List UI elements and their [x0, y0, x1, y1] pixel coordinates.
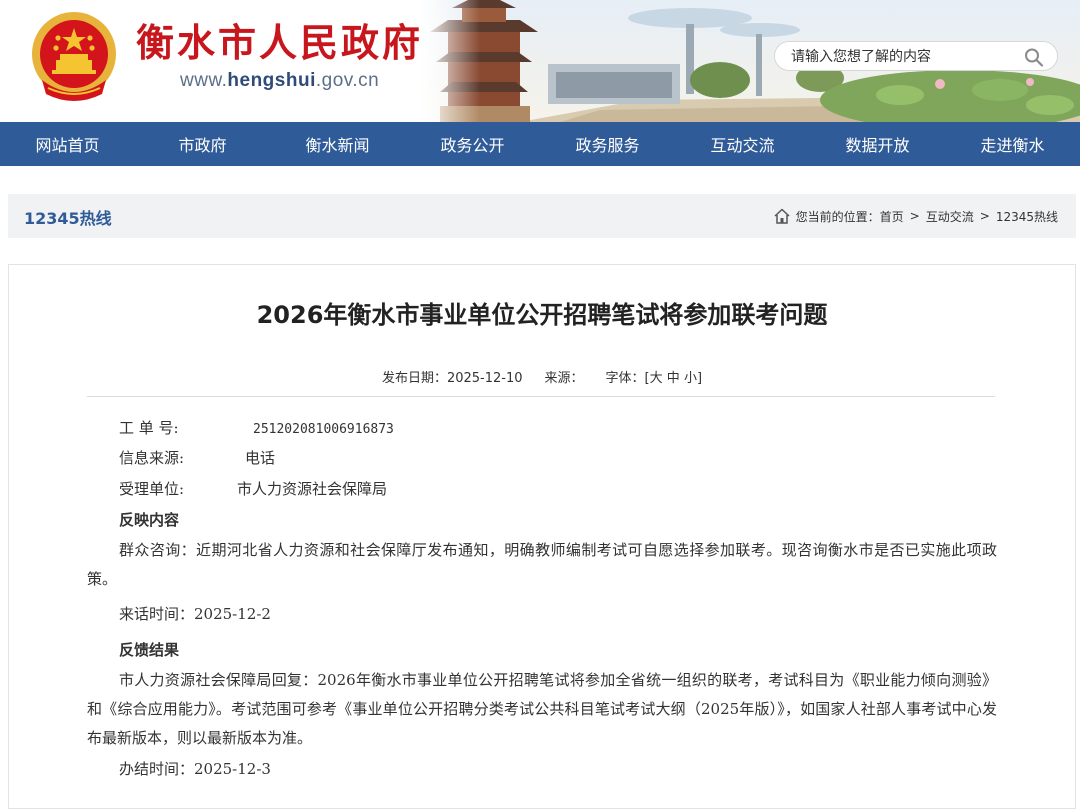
- ticket-number: 251202081006916873: [253, 422, 394, 437]
- feedback-content: 市人力资源社会保障局回复：2026年衡水市事业单位公开招聘笔试将参加全省统一组织…: [87, 671, 997, 747]
- ticket-label: 工 单 号:: [119, 419, 179, 437]
- section-title: 12345热线: [24, 209, 112, 228]
- home-icon: [774, 208, 790, 224]
- font-size-bracket: ]: [696, 371, 703, 386]
- breadcrumb-prefix: 您当前的位置：: [795, 209, 880, 224]
- nav-item-interaction[interactable]: 互动交流: [675, 122, 810, 166]
- breadcrumb-separator: >: [979, 209, 990, 223]
- feedback-heading: 反馈结果: [119, 641, 180, 659]
- reflect-content: 群众咨询：近期河北省人力资源和社会保障厅发布通知，明确教师编制考试可自愿选择参加…: [87, 541, 997, 588]
- font-size-small-link[interactable]: 小: [684, 367, 697, 386]
- site-url-prefix: www.: [180, 70, 228, 91]
- site-url-domain: hengshui: [227, 70, 316, 91]
- nav-item-services[interactable]: 政务服务: [540, 122, 675, 166]
- search-input[interactable]: [791, 46, 1015, 68]
- publish-date: 发布日期：2025-12-10: [381, 371, 523, 386]
- article-panel: 2026年衡水市事业单位公开招聘笔试将参加联考问题 发布日期：2025-12-1…: [8, 264, 1076, 809]
- main-nav: 网站首页 市政府 衡水新闻 政务公开 政务服务 互动交流 数据开放 走进衡水: [0, 122, 1080, 166]
- breadcrumb-separator: >: [909, 209, 920, 223]
- location-bar: 12345热线 您当前的位置： 首页 > 互动交流 > 12345热线: [8, 194, 1076, 238]
- nav-item-about-city[interactable]: 走进衡水: [945, 122, 1080, 166]
- breadcrumb-hotline[interactable]: 12345热线: [996, 208, 1058, 225]
- nav-item-affairs-disclosure[interactable]: 政务公开: [405, 122, 540, 166]
- font-size-medium-link[interactable]: 中: [667, 367, 680, 386]
- breadcrumb-home[interactable]: 首页: [880, 208, 904, 225]
- site-url-suffix: .gov.cn: [315, 70, 380, 91]
- info-source-label: 信息来源:: [119, 449, 185, 467]
- handling-unit-label: 受理单位:: [119, 480, 185, 498]
- article-meta: 发布日期：2025-12-10 来源： 字体：[大 中 小]: [9, 367, 1075, 386]
- title-divider: [87, 396, 995, 397]
- ticket-row: 工 单 号: 251202081006916873: [119, 417, 394, 438]
- info-source-row: 信息来源: 电话: [119, 447, 275, 468]
- site-title[interactable]: 衡水市人民政府: [136, 12, 423, 67]
- site-header: 衡水市人民政府 www.hengshui.gov.cn: [0, 0, 1080, 122]
- handling-unit-value: 市人力资源社会保障局: [237, 480, 388, 498]
- search-icon[interactable]: [1023, 47, 1045, 67]
- nav-item-open-data[interactable]: 数据开放: [810, 122, 945, 166]
- done-time: 办结时间：2025-12-3: [119, 760, 271, 778]
- font-size-label: 字体：[: [605, 371, 650, 386]
- article-source: 来源：: [544, 371, 584, 386]
- call-time: 来话时间：2025-12-2: [119, 605, 271, 623]
- site-url[interactable]: www.hengshui.gov.cn: [180, 70, 379, 92]
- reflect-heading: 反映内容: [119, 511, 180, 529]
- nav-item-home[interactable]: 网站首页: [0, 122, 135, 166]
- breadcrumb-interaction[interactable]: 互动交流: [926, 208, 974, 225]
- search-box: [774, 41, 1058, 71]
- font-size-large-link[interactable]: 大: [650, 367, 663, 386]
- handling-unit-row: 受理单位: 市人力资源社会保障局: [119, 478, 387, 499]
- info-source-value: 电话: [245, 449, 276, 467]
- breadcrumb: 您当前的位置： 首页 > 互动交流 > 12345热线: [773, 207, 1058, 225]
- nav-item-news[interactable]: 衡水新闻: [270, 122, 405, 166]
- national-emblem-logo: [32, 12, 116, 101]
- nav-item-government[interactable]: 市政府: [135, 122, 270, 166]
- article-title: 2026年衡水市事业单位公开招聘笔试将参加联考问题: [256, 301, 828, 329]
